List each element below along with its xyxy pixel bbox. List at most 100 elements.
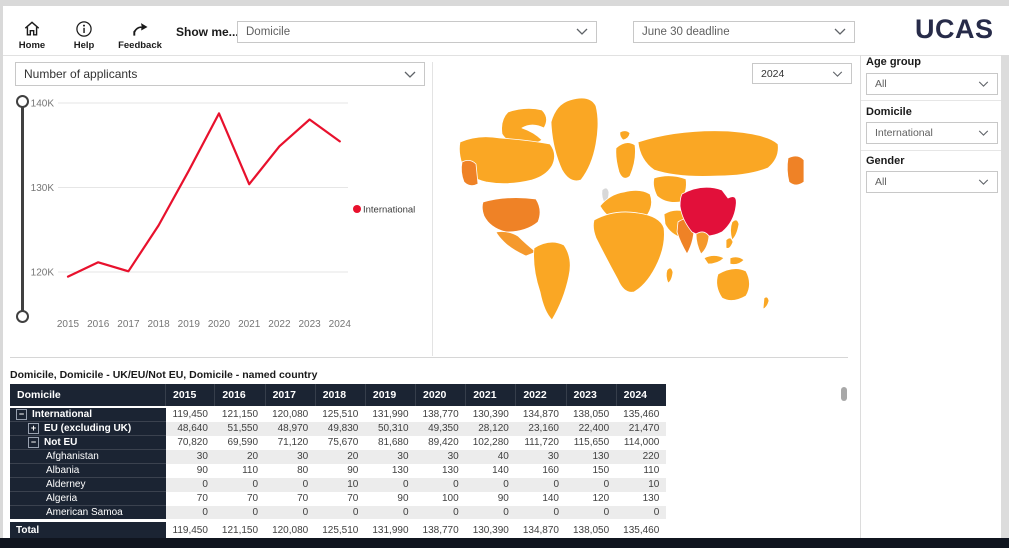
map-russia[interactable] <box>638 131 778 177</box>
table-row: −Not EU70,82069,59071,12075,67081,68089,… <box>10 436 666 450</box>
show-me-label: Show me... <box>176 25 239 39</box>
metric-dropdown[interactable]: Number of applicants <box>15 62 425 86</box>
map-africa[interactable] <box>593 212 664 292</box>
legend-label[interactable]: International <box>363 205 415 216</box>
map-year-dropdown[interactable]: 2024 <box>752 63 852 84</box>
domicile-table: Domicile20152016201720182019202020212022… <box>10 384 667 539</box>
home-label: Home <box>10 40 54 51</box>
y-axis-tick: 130K <box>31 183 55 194</box>
value-cell: 70 <box>215 492 265 506</box>
table-row: Algeria707070709010090140120130 <box>10 492 666 506</box>
map-iceland[interactable] <box>620 131 630 140</box>
x-axis-tick: 2022 <box>268 319 291 330</box>
value-cell: 0 <box>566 506 616 521</box>
value-cell: 138,770 <box>416 407 466 422</box>
feedback-label: Feedback <box>112 40 168 51</box>
value-cell: 130,390 <box>466 407 516 422</box>
metric-dropdown-value: Number of applicants <box>24 67 137 81</box>
table-scrollbar-thumb[interactable] <box>841 387 847 401</box>
column-header-year[interactable]: 2018 <box>315 384 365 407</box>
table-row: American Samoa0000000000 <box>10 506 666 521</box>
map-usa[interactable] <box>482 198 540 232</box>
value-cell: 23,160 <box>516 422 566 436</box>
map-alaska[interactable] <box>461 160 478 185</box>
chevron-down-icon <box>978 78 989 90</box>
x-axis-tick: 2020 <box>208 319 231 330</box>
map-japan[interactable] <box>731 220 740 240</box>
column-header-year[interactable]: 2023 <box>566 384 616 407</box>
x-axis-tick: 2023 <box>298 319 321 330</box>
section-divider <box>10 357 848 358</box>
column-header-year[interactable]: 2017 <box>265 384 315 407</box>
value-cell: 0 <box>466 478 516 492</box>
column-header-year[interactable]: 2024 <box>616 384 666 407</box>
row-label: Alderney <box>10 478 166 492</box>
row-label: American Samoa <box>10 506 166 521</box>
x-axis-tick: 2015 <box>57 319 80 330</box>
value-cell: 160 <box>516 464 566 478</box>
show-me-dropdown[interactable]: Domicile <box>237 21 597 43</box>
help-icon <box>62 19 106 39</box>
help-button[interactable]: Help <box>62 19 106 51</box>
map-scandinavia[interactable] <box>616 143 636 179</box>
page-scrollbar[interactable] <box>1001 55 1009 538</box>
value-cell: 131,990 <box>365 521 415 540</box>
map-madagascar[interactable] <box>666 268 673 283</box>
column-header-year[interactable]: 2021 <box>466 384 516 407</box>
map-greenland[interactable] <box>551 98 598 181</box>
value-cell: 70 <box>315 492 365 506</box>
gender-filter-label: Gender <box>866 155 905 167</box>
collapse-icon[interactable]: − <box>28 437 39 448</box>
show-me-dropdown-value: Domicile <box>246 26 290 38</box>
map-indonesia[interactable] <box>704 256 724 265</box>
table-total-row: Total119,450121,150120,080125,510131,990… <box>10 521 666 540</box>
gender-filter-value: All <box>875 176 887 188</box>
map-new-zealand[interactable] <box>763 297 769 309</box>
value-cell: 125,510 <box>315 521 365 540</box>
map-year-dropdown-value: 2024 <box>761 68 784 80</box>
chevron-down-icon <box>978 176 989 188</box>
column-header-year[interactable]: 2015 <box>166 384 215 407</box>
table-title: Domicile, Domicile - UK/EU/Not EU, Domic… <box>10 369 317 381</box>
map-mexico[interactable] <box>496 232 536 257</box>
home-button[interactable]: Home <box>10 19 54 51</box>
legend-dot <box>353 205 361 213</box>
map-australia[interactable] <box>717 269 750 301</box>
feedback-button[interactable]: Feedback <box>112 19 168 51</box>
collapse-icon[interactable]: − <box>16 409 27 420</box>
map-southeast-asia[interactable] <box>696 232 709 254</box>
value-cell: 81,680 <box>365 436 415 450</box>
domicile-filter-dropdown[interactable]: International <box>866 122 998 144</box>
world-map[interactable] <box>438 82 858 352</box>
column-header-year[interactable]: 2016 <box>215 384 265 407</box>
window-left-edge <box>0 0 3 548</box>
value-cell: 135,460 <box>616 521 666 540</box>
chevron-down-icon <box>576 26 588 38</box>
row-label[interactable]: +EU (excluding UK) <box>10 422 166 436</box>
map-russia-far-east[interactable] <box>787 156 804 185</box>
ucas-dashboard: Home Help Feedback Show me... Domicile J… <box>0 0 1009 548</box>
value-cell: 20 <box>215 450 265 464</box>
expand-icon[interactable]: + <box>28 423 39 434</box>
map-south-america[interactable] <box>534 242 571 320</box>
age-group-filter-value: All <box>875 78 887 90</box>
map-indonesia-east[interactable] <box>730 257 744 265</box>
value-cell: 0 <box>166 506 215 521</box>
deadline-dropdown[interactable]: June 30 deadline <box>633 21 855 43</box>
row-label[interactable]: −Not EU <box>10 436 166 450</box>
window-bottom-bar <box>0 538 1009 548</box>
x-axis-tick: 2024 <box>329 319 352 330</box>
value-cell: 111,720 <box>516 436 566 450</box>
value-cell: 30 <box>365 450 415 464</box>
column-header-year[interactable]: 2022 <box>516 384 566 407</box>
line-series-international[interactable] <box>68 113 340 276</box>
column-header-domicile[interactable]: Domicile <box>10 384 166 407</box>
age-group-filter-dropdown[interactable]: All <box>866 73 998 95</box>
column-header-year[interactable]: 2020 <box>416 384 466 407</box>
column-header-year[interactable]: 2019 <box>365 384 415 407</box>
value-cell: 130 <box>416 464 466 478</box>
row-label[interactable]: −International <box>10 407 166 422</box>
gender-filter-dropdown[interactable]: All <box>866 171 998 193</box>
applicants-line-chart[interactable]: 120K130K140K2015201620172018201920202021… <box>10 88 430 343</box>
feedback-icon <box>112 19 168 39</box>
